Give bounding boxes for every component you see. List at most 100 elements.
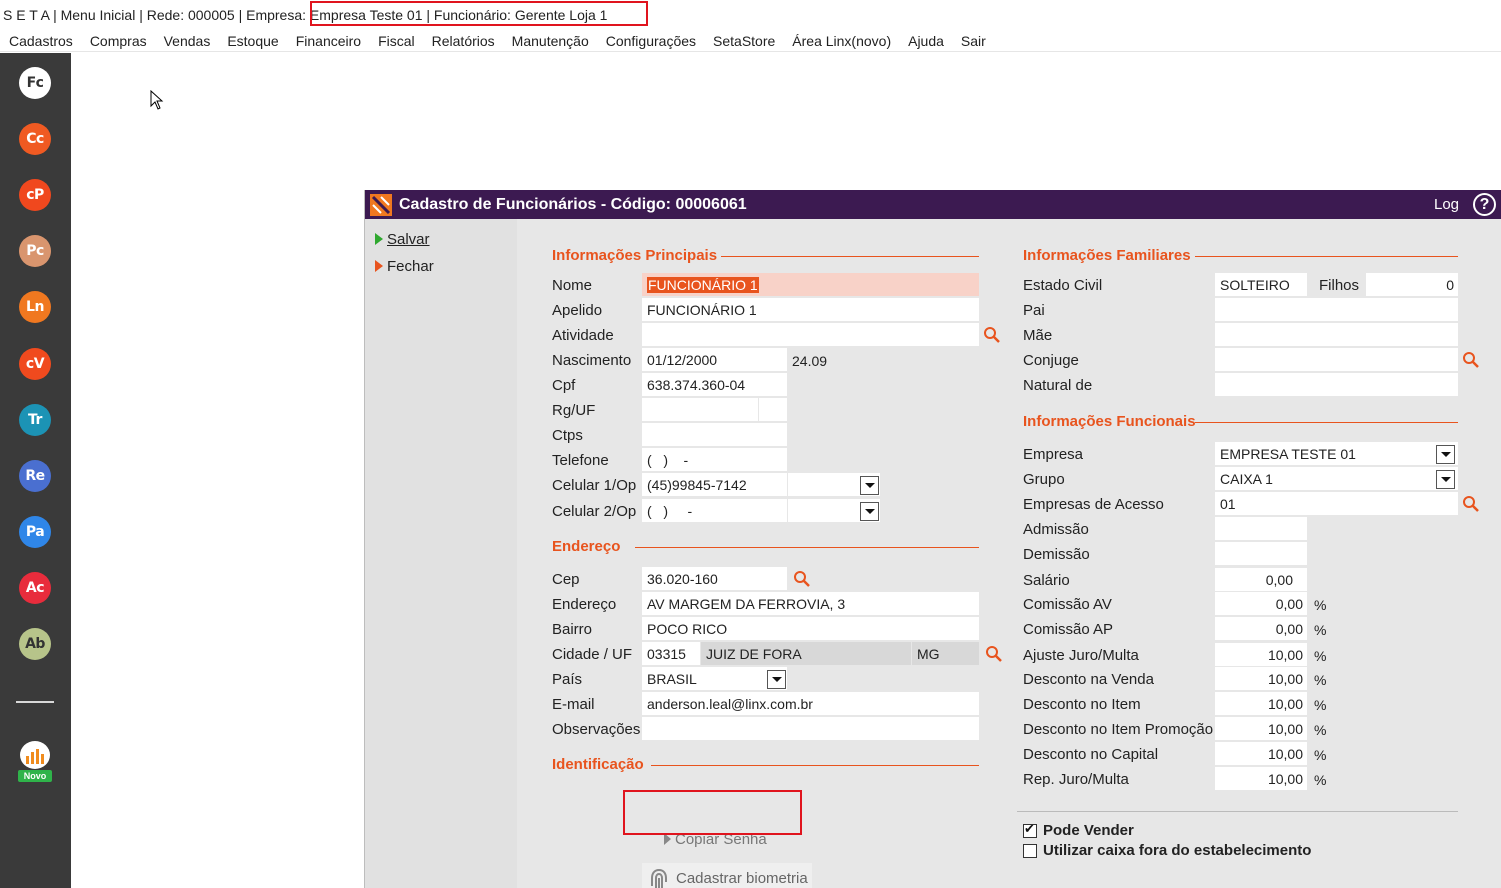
comissao-ap-field[interactable]: 0,00 [1215,617,1307,641]
estado-civil-field[interactable]: SOLTEIRO [1215,273,1307,297]
sidebar-btn-ab[interactable]: Ab [19,628,51,660]
menu-setastore[interactable]: SetaStore [705,30,784,51]
caixa-fora-checkbox[interactable] [1023,844,1037,858]
help-icon[interactable]: ? [1473,193,1496,216]
save-button[interactable]: Salvar [375,230,430,250]
ctps-field[interactable] [642,423,787,447]
chevron-down-icon[interactable] [860,476,879,495]
sidebar-btn-ln[interactable]: Ln [19,291,51,323]
atividade-field[interactable] [642,323,979,347]
celular2-field[interactable]: ( ) - [642,499,787,523]
cidade-name-field: JUIZ DE FORA [701,642,911,666]
rep-juro-field[interactable]: 10,00 [1215,767,1307,791]
empresas-acesso-label: Empresas de Acesso [1023,496,1164,513]
observacoes-field[interactable] [642,717,979,741]
mae-label: Mãe [1023,327,1053,344]
title-bar: S E T A | Menu Inicial | Rede: 000005 | … [0,0,1501,30]
demissao-field[interactable] [1215,542,1307,566]
menu-manutencao[interactable]: Manutenção [503,30,597,51]
menu-sair[interactable]: Sair [952,30,994,51]
chevron-down-icon[interactable] [767,670,786,689]
chevron-down-icon[interactable] [1436,470,1455,489]
nascimento-label: Nascimento [552,352,632,369]
nome-field[interactable]: FUNCIONÁRIO 1 [642,273,979,297]
desconto-capital-field[interactable]: 10,00 [1215,742,1307,766]
sidebar: Fc Cc cP Pc Ln cV Tr Re Pa Ac Ab Novo [0,53,71,888]
celular1-label: Celular 1/Op [552,477,637,494]
apelido-field[interactable]: FUNCIONÁRIO 1 [642,298,979,322]
cidade-label: Cidade / UF [552,646,633,663]
section-endereco: Endereço [552,538,621,555]
chevron-down-icon[interactable] [860,502,879,521]
menu-cadastros[interactable]: Cadastros [0,30,81,51]
grupo-select[interactable]: CAIXA 1 [1215,467,1458,491]
conjuge-label: Conjuge [1023,352,1079,369]
pais-select[interactable]: BRASIL [642,667,787,691]
desconto-item-promocao-field[interactable]: 10,00 [1215,717,1307,741]
filhos-field[interactable]: 0 [1366,273,1458,297]
sidebar-btn-cc[interactable]: Cc [19,123,51,155]
salario-field[interactable]: 0,00 [1215,568,1307,592]
rg-field[interactable] [642,398,758,422]
desconto-venda-field[interactable]: 10,00 [1215,667,1307,691]
menu-configuracoes[interactable]: Configurações [597,30,704,51]
sidebar-btn-pc[interactable]: Pc [19,235,51,267]
sidebar-btn-ac[interactable]: Ac [19,572,51,604]
cpf-field[interactable]: 638.374.360-04 [642,373,787,397]
search-icon[interactable] [1462,351,1480,369]
menu-compras[interactable]: Compras [81,30,155,51]
sidebar-btn-tr[interactable]: Tr [19,404,51,436]
search-icon[interactable] [983,326,1001,344]
section-identificacao: Identificação [552,756,644,773]
menu-vendas[interactable]: Vendas [155,30,219,51]
nascimento-field[interactable]: 01/12/2000 [642,348,787,372]
desconto-venda-label: Desconto na Venda [1023,671,1154,688]
endereco-label: Endereço [552,596,617,613]
comissao-av-field[interactable]: 0,00 [1215,592,1307,616]
bairro-field[interactable]: POCO RICO [642,617,979,641]
cidade-code-field[interactable]: 03315 [642,642,700,666]
biometry-button[interactable]: Cadastrar biometria [642,863,812,888]
sidebar-btn-re[interactable]: Re [19,460,51,492]
endereco-field[interactable]: AV MARGEM DA FERROVIA, 3 [642,592,979,616]
ajuste-juro-field[interactable]: 10,00 [1215,643,1307,667]
mae-field[interactable] [1215,323,1458,347]
uf-field[interactable] [759,398,787,422]
natural-field[interactable] [1215,373,1458,397]
pai-field[interactable] [1215,298,1458,322]
menu-area-linx[interactable]: Área Linx(novo) [784,30,900,51]
search-icon[interactable] [1462,495,1480,513]
menu-ajuda[interactable]: Ajuda [900,30,953,51]
pai-label: Pai [1023,302,1045,319]
ctps-label: Ctps [552,427,583,444]
desconto-item-field[interactable]: 10,00 [1215,692,1307,716]
menu-fiscal[interactable]: Fiscal [370,30,424,51]
sidebar-separator [16,701,54,703]
celular1-field[interactable]: (45)99845-7142 [642,473,787,497]
search-icon[interactable] [793,570,811,588]
section-divider [1195,256,1458,257]
conjuge-field[interactable] [1215,348,1458,372]
sidebar-btn-novo[interactable]: Novo [16,741,54,783]
desconto-item-label: Desconto no Item [1023,696,1141,713]
empresa-label: Empresa [1023,446,1084,463]
log-link[interactable]: Log [1434,190,1459,219]
search-icon[interactable] [985,645,1003,663]
admissao-field[interactable] [1215,517,1307,541]
email-field[interactable]: anderson.leal@linx.com.br [642,692,979,716]
sidebar-btn-cv[interactable]: cV [19,348,51,380]
sidebar-btn-fc[interactable]: Fc [19,67,51,99]
close-button[interactable]: Fechar [375,257,434,277]
empresa-select[interactable]: EMPRESA TESTE 01 [1215,442,1458,466]
cep-field[interactable]: 36.020-160 [642,567,787,591]
sidebar-btn-cp[interactable]: cP [19,179,51,211]
sidebar-btn-pa[interactable]: Pa [19,516,51,548]
telefone-field[interactable]: ( ) - [642,448,787,472]
menu-estoque[interactable]: Estoque [219,30,287,51]
menu-financeiro[interactable]: Financeiro [287,30,369,51]
pode-vender-checkbox[interactable] [1023,821,1037,838]
chevron-down-icon[interactable] [1436,445,1455,464]
menu-relatorios[interactable]: Relatórios [423,30,503,51]
empresas-acesso-field[interactable]: 01 [1215,492,1458,516]
estado-civil-label: Estado Civil [1023,277,1103,294]
